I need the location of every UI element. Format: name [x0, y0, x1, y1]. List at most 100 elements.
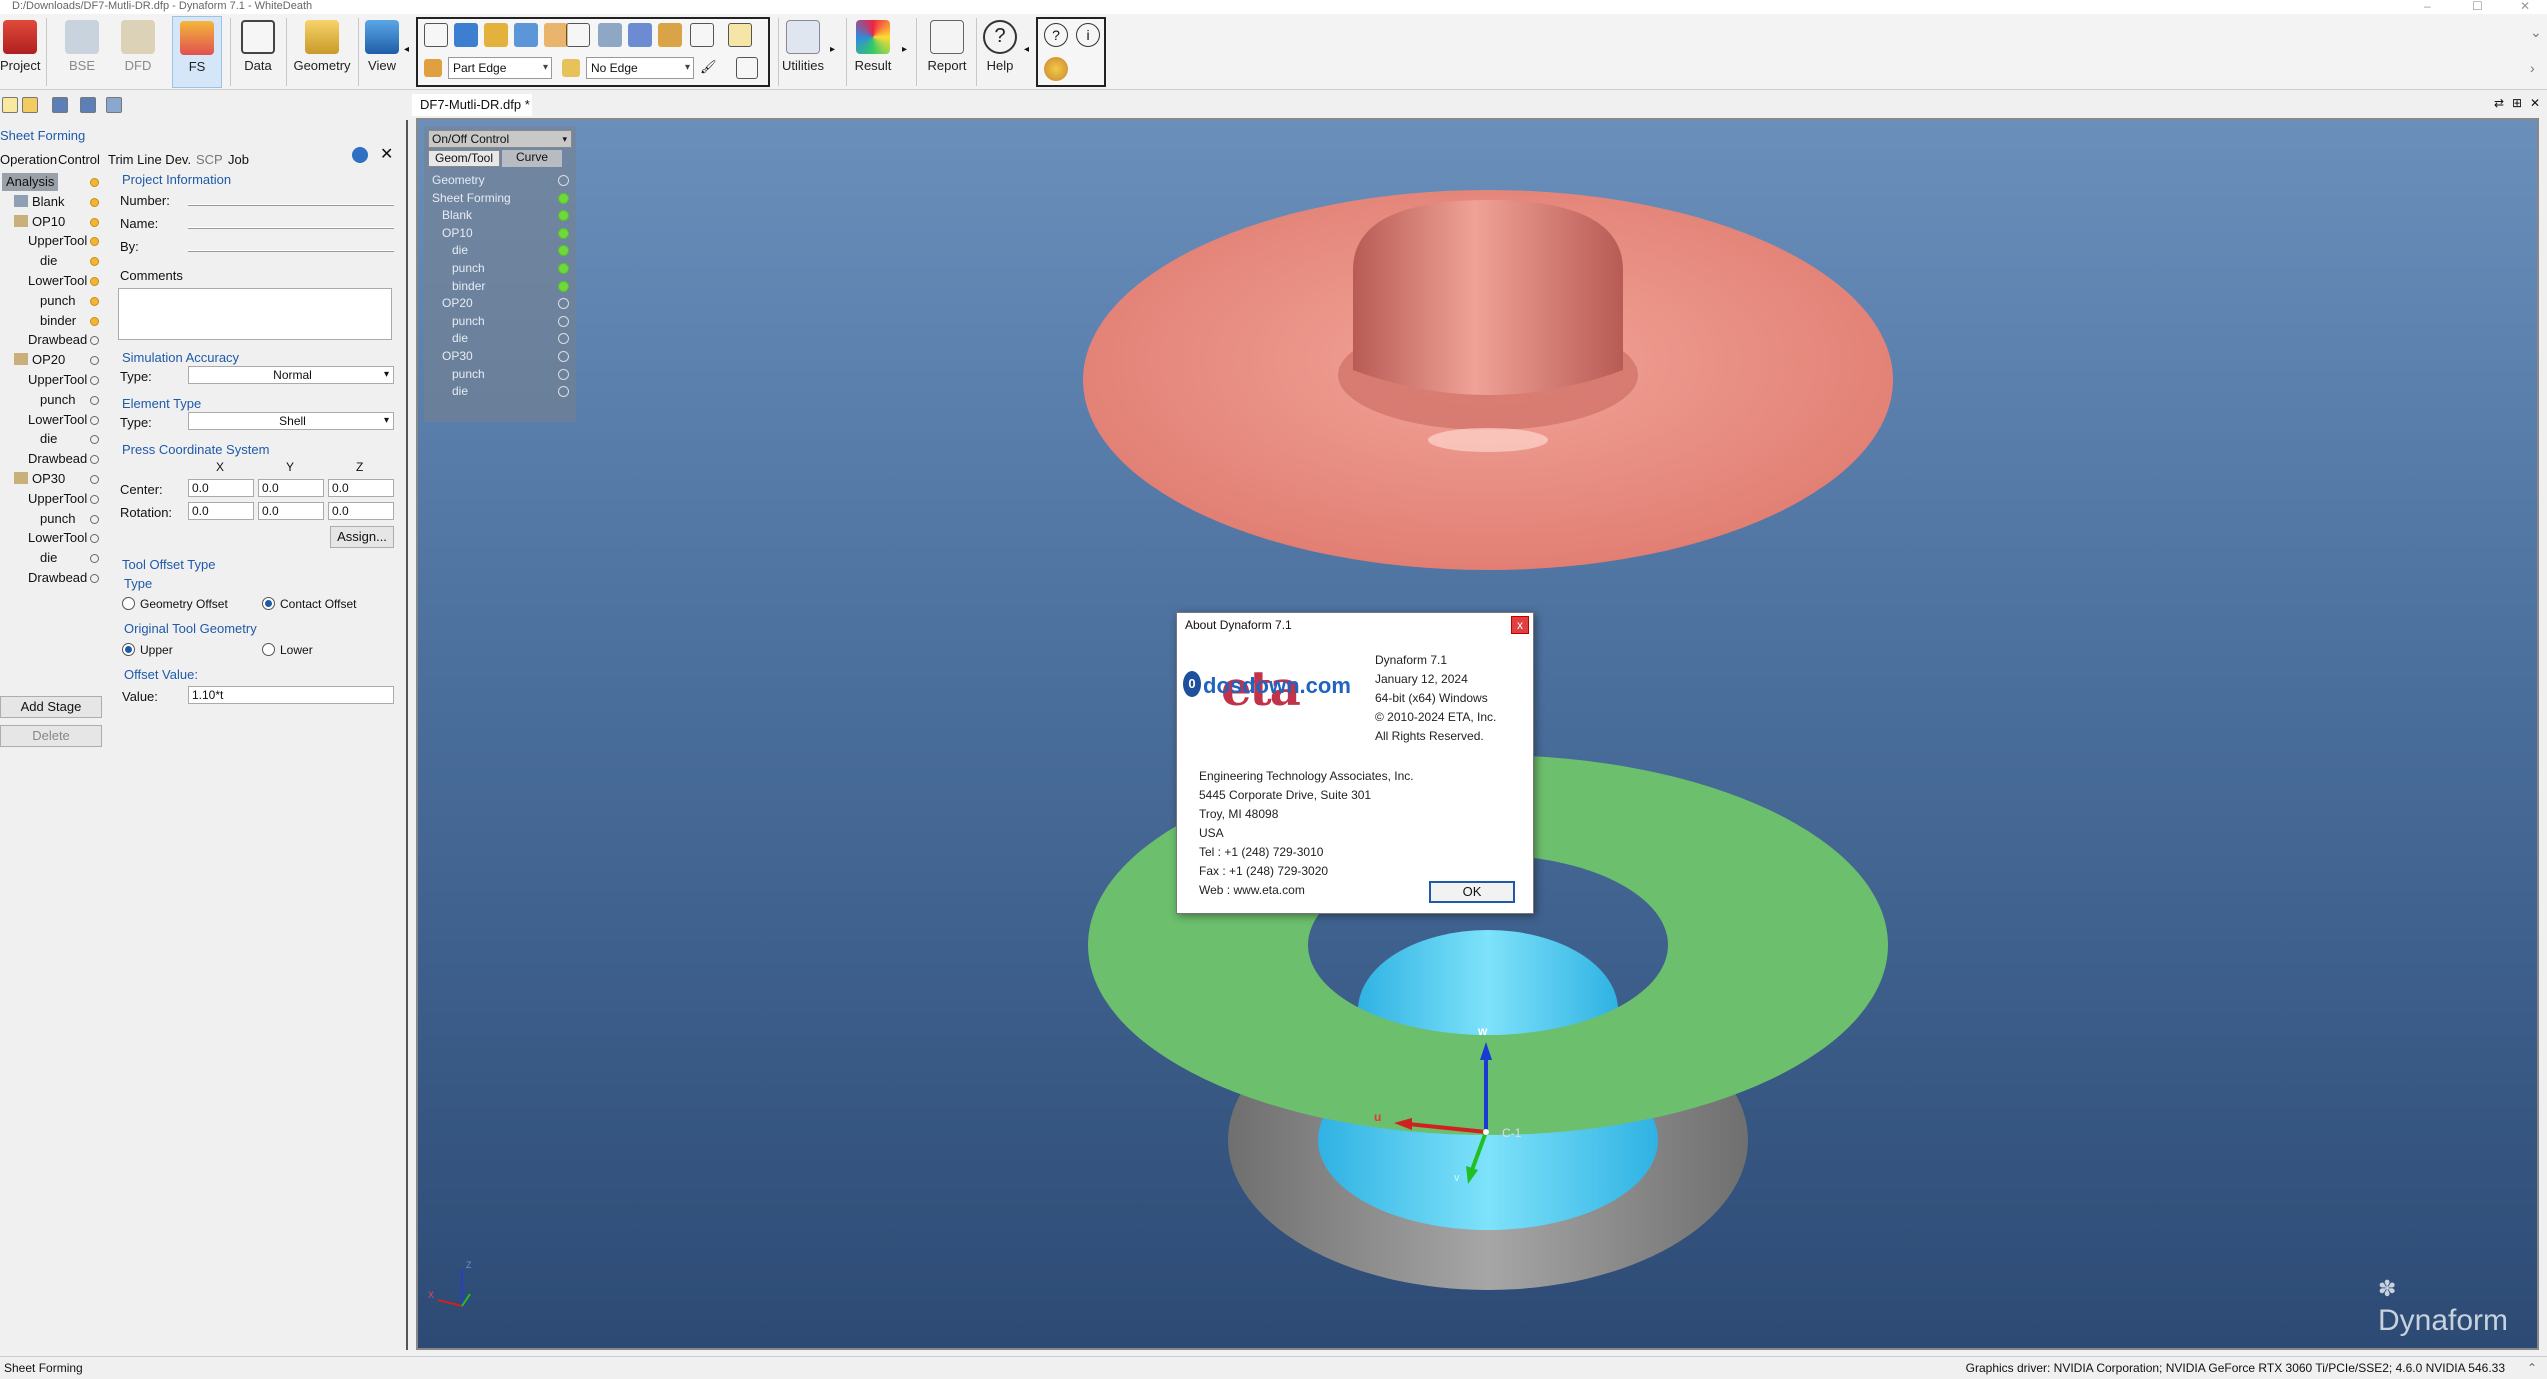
onoff-item-op30[interactable]: OP30: [442, 349, 473, 363]
tab-control[interactable]: Control: [58, 152, 100, 167]
ribbon-collapse-icon[interactable]: ⌄: [2530, 24, 2542, 41]
light-icon[interactable]: [90, 277, 99, 286]
bulb-icon[interactable]: [90, 475, 99, 484]
tree-item-lowertool[interactable]: LowerTool: [28, 529, 87, 547]
onoff-item-die[interactable]: die: [452, 243, 468, 257]
web-globe-icon[interactable]: [1044, 57, 1068, 81]
status-expand-icon[interactable]: ⌃: [2527, 1357, 2537, 1379]
help-arrow-icon[interactable]: ◂: [1024, 44, 1029, 55]
tree-item-punch[interactable]: punch: [40, 510, 75, 528]
rotation-z-field[interactable]: 0.0: [328, 502, 394, 520]
center-y-field[interactable]: 0.0: [258, 479, 324, 497]
name-field[interactable]: [188, 227, 394, 229]
light-icon[interactable]: [90, 178, 99, 187]
surface-tool-icon[interactable]: [514, 23, 538, 47]
ribbon-scroll-icon[interactable]: ›: [2530, 60, 2535, 76]
view-button[interactable]: View: [362, 16, 402, 88]
part-tool-icon[interactable]: [484, 23, 508, 47]
tab-scp[interactable]: SCP: [196, 152, 223, 167]
rotation-y-field[interactable]: 0.0: [258, 502, 324, 520]
center-z-field[interactable]: 0.0: [328, 479, 394, 497]
offset-value-field[interactable]: 1.10*t: [188, 686, 394, 704]
contact-offset-radio[interactable]: [262, 597, 275, 610]
light-icon[interactable]: [90, 316, 99, 326]
delete-button[interactable]: Delete: [0, 725, 102, 747]
visibility-on-icon[interactable]: [558, 263, 569, 274]
tree-item-uppertool[interactable]: UpperTool: [28, 232, 87, 250]
onoff-item-geometry[interactable]: Geometry: [432, 173, 485, 187]
tree-item-lowertool[interactable]: LowerTool: [28, 272, 87, 290]
report-button[interactable]: Report: [924, 16, 970, 88]
tree-item-drawbead[interactable]: Drawbead: [28, 331, 87, 349]
panel-close-icon[interactable]: ✕: [380, 144, 393, 164]
no-edge-select[interactable]: No Edge ▾: [586, 57, 694, 79]
visibility-off-icon[interactable]: [558, 333, 569, 345]
tree-item-blank[interactable]: Blank: [14, 193, 65, 211]
project-button[interactable]: Project: [0, 16, 40, 88]
about-close-button[interactable]: x: [1511, 616, 1529, 634]
light-icon[interactable]: [90, 296, 99, 306]
close-icon[interactable]: ✕: [2520, 0, 2530, 12]
tab-operation[interactable]: Operation: [0, 152, 57, 167]
lower-radio[interactable]: [262, 643, 275, 656]
minimize-icon[interactable]: –: [2424, 0, 2431, 12]
bulb-icon[interactable]: [90, 376, 99, 385]
upper-radio[interactable]: [122, 643, 135, 656]
bulb-icon[interactable]: [90, 494, 99, 504]
context-help-icon[interactable]: ?: [1044, 23, 1068, 47]
tree-item-die[interactable]: die: [40, 549, 57, 567]
brush-icon[interactable]: 🖌: [700, 59, 718, 77]
tree-item-die[interactable]: die: [40, 252, 57, 270]
onoff-item-die[interactable]: die: [452, 384, 468, 398]
axis-tool-icon[interactable]: [424, 23, 448, 47]
visibility-off-icon[interactable]: [558, 351, 569, 362]
visibility-on-icon[interactable]: [558, 245, 569, 257]
tile-view-icon[interactable]: ⊞: [2512, 96, 2522, 110]
result-arrow-icon[interactable]: ▸: [902, 44, 907, 55]
sim-accuracy-select[interactable]: Normal ▾: [188, 366, 394, 384]
assign-button[interactable]: Assign...: [330, 526, 394, 548]
copy-tool-icon[interactable]: [690, 23, 714, 47]
visibility-off-icon[interactable]: [558, 386, 569, 398]
data-button[interactable]: Data: [236, 16, 280, 88]
visibility-off-icon[interactable]: [558, 368, 569, 380]
tree-item-drawbead[interactable]: Drawbead: [28, 450, 87, 468]
utilities-button[interactable]: Utilities: [780, 16, 826, 88]
export-icon[interactable]: [106, 97, 122, 113]
blank-part[interactable]: [1083, 190, 1893, 570]
info-icon[interactable]: i: [1076, 23, 1100, 47]
onoff-item-die[interactable]: die: [452, 331, 468, 345]
save-icon[interactable]: [52, 97, 68, 113]
view-expand-icon[interactable]: ◂: [404, 44, 409, 55]
help-button[interactable]: ? Help: [980, 16, 1020, 88]
onoff-item-punch[interactable]: punch: [452, 367, 485, 381]
bulb-icon[interactable]: [90, 395, 99, 405]
edit-tool-icon[interactable]: [628, 23, 652, 47]
tree-item-drawbead[interactable]: Drawbead: [28, 569, 87, 587]
tab-geom-tool[interactable]: Geom/Tool: [428, 150, 500, 167]
onoff-item-binder[interactable]: binder: [452, 279, 485, 293]
fs-button[interactable]: FS: [172, 16, 222, 88]
document-tab[interactable]: DF7-Mutli-DR.dfp *: [412, 94, 532, 116]
onoff-item-blank[interactable]: Blank: [442, 208, 472, 222]
bse-button[interactable]: BSE: [60, 16, 104, 88]
close-document-icon[interactable]: ✕: [2530, 96, 2540, 110]
tree-item-op30[interactable]: OP30: [14, 470, 65, 488]
visibility-on-icon[interactable]: [558, 227, 569, 239]
label-tool-icon[interactable]: [658, 23, 682, 47]
tree-item-op20[interactable]: OP20: [14, 351, 65, 369]
element-type-select[interactable]: Shell ▾: [188, 412, 394, 430]
number-field[interactable]: [188, 204, 394, 206]
onoff-item-punch[interactable]: punch: [452, 314, 485, 328]
op-tool-icon[interactable]: [728, 23, 752, 47]
rotate-tool-icon[interactable]: [454, 23, 478, 47]
save-as-icon[interactable]: [80, 97, 96, 113]
visibility-on-icon[interactable]: [558, 280, 569, 292]
result-button[interactable]: Result: [852, 16, 894, 88]
geometry-button[interactable]: Geometry: [292, 16, 352, 88]
visibility-off-icon[interactable]: [558, 315, 569, 327]
tree-item-lowertool[interactable]: LowerTool: [28, 411, 87, 429]
rotation-x-field[interactable]: 0.0: [188, 502, 254, 520]
bulb-icon[interactable]: [90, 415, 99, 425]
light-icon[interactable]: [90, 217, 99, 227]
